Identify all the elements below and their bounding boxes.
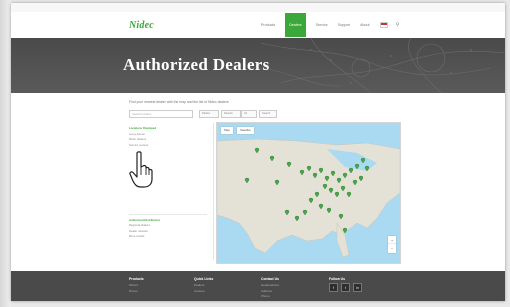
search-icon[interactable]: ⚲ (396, 22, 400, 28)
main-navigation: Nidec Products Dealers Service Support A… (11, 12, 505, 39)
dealer-map[interactable]: Map Satellite + − (216, 122, 401, 264)
section-title-distributors: Authorized Distributors (129, 217, 161, 222)
site-footer: Products Motors Drives Quick Links Deale… (11, 271, 505, 301)
footer-link[interactable]: Phone (261, 294, 279, 298)
footer-col-contact: Contact Us Headquarters Address Phone (261, 277, 279, 298)
nav-item-support[interactable]: Support (338, 23, 351, 27)
map-canvas[interactable] (217, 123, 400, 263)
radius-select[interactable]: Radius (199, 110, 219, 118)
nav-item-products[interactable]: Products (261, 23, 275, 27)
linkedin-icon[interactable]: in (353, 283, 362, 292)
list-item[interactable]: Motor dealers (129, 137, 213, 141)
divider (129, 213, 207, 215)
footer-col-products: Products Motors Drives (129, 277, 144, 293)
us-landmass (217, 138, 400, 254)
list-item[interactable]: Leroy-Somer (129, 132, 213, 136)
list-item[interactable]: Dealer network (129, 229, 213, 233)
language-flag-icon[interactable] (379, 22, 388, 28)
footer-col-quick-links: Quick Links Dealers Careers (194, 277, 213, 293)
nav-item-about[interactable]: About (360, 23, 369, 27)
zoom-out-button[interactable]: − (388, 244, 396, 253)
footer-heading: Quick Links (194, 277, 214, 281)
page-title: Authorized Dealers (123, 55, 270, 74)
twitter-icon[interactable]: t (341, 283, 350, 292)
intro-text: Find your nearest dealer with the map an… (129, 100, 229, 104)
nav-menu: Products Dealers Service Support About ⚲ (261, 12, 399, 38)
footer-link[interactable]: Motors (129, 283, 144, 287)
browser-screen: Nidec Products Dealers Service Support A… (11, 3, 505, 301)
tab-map[interactable]: Map (221, 127, 233, 134)
footer-link[interactable]: Dealers (194, 283, 213, 287)
footer-heading: Contact Us (261, 277, 279, 281)
footer-link[interactable]: Headquarters (261, 283, 279, 287)
tab-satellite[interactable]: Satellite (237, 127, 254, 134)
results-select[interactable]: Results (221, 110, 241, 118)
nav-item-dealers[interactable]: Dealers (285, 13, 306, 37)
facebook-icon[interactable]: f (329, 283, 338, 292)
brand-logo[interactable]: Nidec (129, 20, 154, 31)
dealer-search-bar: Search location Radius Results All Searc… (129, 110, 399, 118)
category-select[interactable]: All (241, 110, 257, 118)
list-item[interactable]: Regional dealers (129, 223, 213, 227)
hand-pointer-cursor-icon (129, 151, 153, 188)
dealer-list-panel: Locations Displayed Leroy-Somer Motor de… (129, 123, 214, 260)
footer-heading: Products (129, 277, 144, 281)
social-links: f t in (329, 283, 362, 292)
search-button[interactable]: Search (259, 110, 277, 118)
list-item[interactable]: More results (129, 234, 213, 238)
nav-item-service[interactable]: Service (316, 23, 328, 27)
footer-heading: Follow Us (329, 277, 346, 281)
hero-banner: Authorized Dealers (11, 38, 505, 93)
section-title-locations: Locations Displayed (129, 126, 157, 130)
footer-link[interactable]: Address (261, 289, 279, 293)
footer-link[interactable]: Careers (194, 289, 213, 293)
page-shadow (0, 0, 11, 307)
footer-link[interactable]: Drives (129, 289, 144, 293)
footer-col-follow: Follow Us f t in (329, 277, 362, 292)
location-search-input[interactable]: Search location (129, 110, 193, 118)
